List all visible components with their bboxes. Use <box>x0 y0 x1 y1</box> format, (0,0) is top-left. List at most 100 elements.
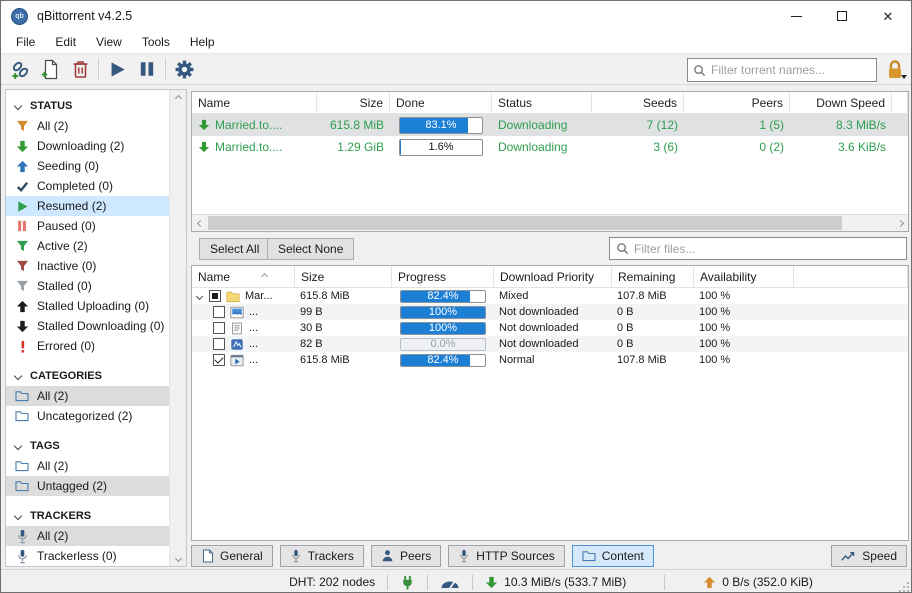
sidebar-item-all[interactable]: All (2) <box>6 116 169 136</box>
pause-button[interactable] <box>132 55 162 83</box>
progress-bar: 82.4% <box>400 290 486 303</box>
add-torrent-file-button[interactable] <box>35 55 65 83</box>
resume-button[interactable] <box>102 55 132 83</box>
collapse-chevron-icon <box>14 511 22 519</box>
connection-status[interactable] <box>400 575 415 590</box>
sidebar-item-paused[interactable]: Paused (0) <box>6 216 169 236</box>
tab-http-sources[interactable]: HTTP Sources <box>448 545 564 567</box>
menu-tools[interactable]: Tools <box>132 32 180 52</box>
tab-peers[interactable]: Peers <box>371 545 441 567</box>
sidebar-item-stalled-uploading[interactable]: Stalled Uploading (0) <box>6 296 169 316</box>
torrent-row[interactable]: Married.to.... 615.8 MiB 83.1% Downloadi… <box>192 114 908 136</box>
hscroll-thumb[interactable] <box>208 216 842 230</box>
file-priority[interactable]: Not downloaded <box>494 336 612 352</box>
file-row[interactable]: Mar... 615.8 MiB 82.4% Mixed 107.8 MiB 1… <box>192 288 908 304</box>
menu-edit[interactable]: Edit <box>45 32 86 52</box>
sidebar-item-uncategorized[interactable]: Uncategorized (2) <box>6 406 169 426</box>
filter-all-icon <box>15 119 29 133</box>
file-row[interactable]: ... 615.8 MiB 82.4% Normal 107.8 MiB 100… <box>192 352 908 368</box>
resize-grip[interactable] <box>899 582 909 592</box>
delete-button[interactable] <box>65 55 95 83</box>
section-trackers[interactable]: TRACKERS <box>6 505 169 526</box>
menu-file[interactable]: File <box>6 32 45 52</box>
progress-bar: 0.0% <box>400 338 486 351</box>
file-checkbox[interactable] <box>213 354 225 366</box>
fcol-progress[interactable]: Progress <box>392 266 494 287</box>
detail-tabs: General Trackers Peers HTTP Sources Cont… <box>191 544 907 567</box>
tab-trackers[interactable]: Trackers <box>280 545 364 567</box>
sidebar-item-stalled[interactable]: Stalled (0) <box>6 276 169 296</box>
speed-limits-toggle[interactable] <box>440 576 460 589</box>
scroll-left-arrow[interactable] <box>192 215 208 231</box>
minimize-button[interactable] <box>773 1 819 31</box>
sidebar-item-stalled-downloading[interactable]: Stalled Downloading (0) <box>6 316 169 336</box>
sidebar-item-trackerless[interactable]: Trackerless (0) <box>6 546 169 566</box>
menu-help[interactable]: Help <box>180 32 225 52</box>
maximize-button[interactable] <box>819 1 865 31</box>
col-size[interactable]: Size <box>317 92 390 113</box>
speed-button[interactable]: Speed <box>831 545 907 567</box>
col-seeds[interactable]: Seeds <box>592 92 684 113</box>
file-priority[interactable]: Not downloaded <box>494 320 612 336</box>
file-checkbox[interactable] <box>209 290 221 302</box>
sidebar-item-completed[interactable]: Completed (0) <box>6 176 169 196</box>
sidebar-item-inactive[interactable]: Inactive (0) <box>6 256 169 276</box>
torrent-row[interactable]: Married.to.... 1.29 GiB 1.6% Downloading… <box>192 136 908 158</box>
col-status[interactable]: Status <box>492 92 592 113</box>
file-priority[interactable]: Normal <box>494 352 612 368</box>
lock-button[interactable] <box>885 59 909 83</box>
sidebar-item-tags-all[interactable]: All (2) <box>6 456 169 476</box>
scroll-up-arrow[interactable] <box>173 93 183 103</box>
file-checkbox[interactable] <box>213 338 225 350</box>
file-row[interactable]: ... 99 B 100% Not downloaded 0 B 100 % <box>192 304 908 320</box>
scroll-down-arrow[interactable] <box>173 553 183 563</box>
sidebar-item-resumed[interactable]: Resumed (2) <box>6 196 169 216</box>
sidebar-item-trackers-all[interactable]: All (2) <box>6 526 169 546</box>
fcol-priority[interactable]: Download Priority <box>494 266 612 287</box>
select-none-button[interactable]: Select None <box>267 238 354 260</box>
sidebar-item-downloading[interactable]: Downloading (2) <box>6 136 169 156</box>
file-row[interactable]: ... 30 B 100% Not downloaded 0 B 100 % <box>192 320 908 336</box>
torrent-filter-input[interactable] <box>711 63 871 77</box>
select-all-button[interactable]: Select All <box>199 238 270 260</box>
file-filter-box <box>609 237 907 260</box>
sidebar-scrollbar[interactable] <box>169 90 186 566</box>
fcol-availability[interactable]: Availability <box>694 266 794 287</box>
sidebar-item-errored[interactable]: Errored (0) <box>6 336 169 356</box>
fcol-name[interactable]: Name <box>192 266 295 287</box>
resumed-play-icon <box>15 199 29 213</box>
file-checkbox[interactable] <box>213 306 225 318</box>
file-priority[interactable]: Not downloaded <box>494 304 612 320</box>
inactive-funnel-icon <box>15 259 29 273</box>
options-button[interactable] <box>169 55 199 83</box>
sidebar-item-seeding[interactable]: Seeding (0) <box>6 156 169 176</box>
expand-chevron-icon[interactable] <box>196 292 203 299</box>
sidebar-item-categories-all[interactable]: All (2) <box>6 386 169 406</box>
section-tags[interactable]: TAGS <box>6 435 169 456</box>
menu-view[interactable]: View <box>86 32 132 52</box>
col-peers[interactable]: Peers <box>684 92 790 113</box>
tab-content[interactable]: Content <box>572 545 654 567</box>
file-priority[interactable]: Mixed <box>494 288 612 304</box>
section-categories[interactable]: CATEGORIES <box>6 365 169 386</box>
file-row[interactable]: ... 82 B 0.0% Not downloaded 0 B 100 % <box>192 336 908 352</box>
add-torrent-link-button[interactable] <box>5 55 35 83</box>
file-remaining: 0 B <box>612 336 694 352</box>
seeding-arrow-icon <box>15 159 29 173</box>
section-status[interactable]: STATUS <box>6 95 169 116</box>
fcol-size[interactable]: Size <box>295 266 392 287</box>
sidebar-item-untagged[interactable]: Untagged (2) <box>6 476 169 496</box>
scroll-right-arrow[interactable] <box>892 215 908 231</box>
col-name[interactable]: Name <box>192 92 317 113</box>
close-button[interactable]: ✕ <box>865 1 911 31</box>
fcol-remaining[interactable]: Remaining <box>612 266 694 287</box>
lock-dropdown-caret <box>901 75 907 79</box>
sidebar-item-active[interactable]: Active (2) <box>6 236 169 256</box>
col-done[interactable]: Done <box>390 92 492 113</box>
tab-general[interactable]: General <box>191 545 273 567</box>
torrent-table-hscrollbar[interactable] <box>192 214 908 231</box>
file-checkbox[interactable] <box>213 322 225 334</box>
resume-icon <box>108 60 127 79</box>
file-filter-input[interactable] <box>634 242 900 256</box>
col-down-speed[interactable]: Down Speed <box>790 92 892 113</box>
